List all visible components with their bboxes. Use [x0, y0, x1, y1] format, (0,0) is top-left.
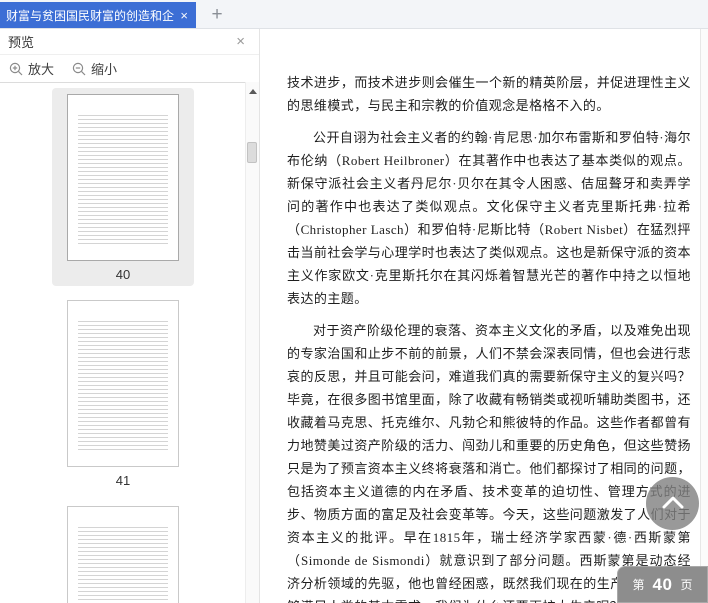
paragraph: 公开自诩为社会主义者的约翰·肯尼思·加尔布雷斯和罗伯特·海尔布伦纳（Robert… — [287, 130, 691, 306]
page-indicator-suffix: 页 — [680, 578, 693, 592]
preview-panel: 预览 × 放大 缩小 40 41 — [0, 29, 260, 603]
document-page-text: 技术进步，而技术进步则会催生一个新的精英阶层，并促进理性主义的思维模式，与民主和… — [287, 71, 691, 603]
scrollbar-thumb[interactable] — [247, 142, 257, 163]
chevron-up-icon — [660, 493, 686, 514]
thumbnail-item-page-42[interactable] — [52, 500, 194, 603]
thumbnail-page-label: 41 — [115, 473, 131, 488]
tab-title: 财富与贫困国民财富的创造和企 — [6, 8, 175, 23]
thumbnail-page-image — [67, 94, 179, 261]
tab-close-icon[interactable]: × — [178, 9, 190, 22]
scroll-to-top-button[interactable] — [646, 477, 699, 530]
new-tab-button[interactable]: + — [200, 2, 234, 28]
app-window: 财富与贫困国民财富的创造和企 × + 预览 × 放大 缩小 40 41 技术进步… — [0, 0, 708, 603]
paragraph: 对于资产阶级伦理的衰落、资本主义文化的矛盾，以及难免出现的专家治国和止步不前的前… — [287, 319, 691, 603]
browser-tab-bar: 财富与贫困国民财富的创造和企 × + — [0, 0, 708, 29]
scrollbar-up-arrow-icon[interactable] — [249, 89, 257, 94]
zoom-in-icon — [9, 62, 23, 76]
page-indicator-prefix: 第 — [632, 578, 645, 592]
page-indicator[interactable]: 第 40 页 — [617, 566, 708, 603]
thumbnail-page-label: 40 — [115, 267, 131, 282]
thumbnail-scrollbar[interactable] — [245, 82, 259, 603]
page-indicator-number: 40 — [652, 574, 673, 594]
thumbnail-page-image — [67, 506, 179, 603]
panel-close-icon[interactable]: × — [236, 33, 245, 50]
preview-toolbar: 放大 缩小 — [0, 55, 259, 83]
thumbnail-page-image — [67, 300, 179, 467]
zoom-out-button[interactable]: 缩小 — [72, 59, 117, 78]
browser-tab[interactable]: 财富与贫困国民财富的创造和企 × — [0, 2, 196, 28]
document-view: 技术进步，而技术进步则会催生一个新的精英阶层，并促进理性主义的思维模式，与民主和… — [261, 29, 700, 603]
document-scrollbar[interactable] — [700, 29, 708, 603]
preview-panel-title: 预览 — [8, 35, 35, 50]
zoom-out-label: 缩小 — [91, 62, 118, 77]
zoom-in-label: 放大 — [28, 62, 55, 77]
zoom-in-button[interactable]: 放大 — [9, 59, 54, 78]
paragraph: 技术进步，而技术进步则会催生一个新的精英阶层，并促进理性主义的思维模式，与民主和… — [287, 75, 691, 113]
thumbnail-item-page-41[interactable]: 41 — [52, 294, 194, 492]
thumbnail-item-page-40[interactable]: 40 — [52, 88, 194, 286]
preview-panel-header: 预览 × — [0, 29, 259, 55]
zoom-out-icon — [72, 62, 86, 76]
thumbnail-list: 40 41 — [0, 82, 246, 603]
